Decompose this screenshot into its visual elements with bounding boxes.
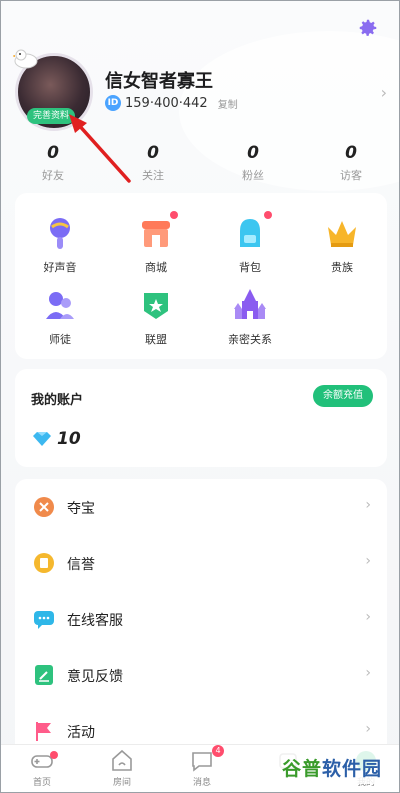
stats-row: 0 好友 0 关注 0 粉丝 0 访客: [1, 143, 399, 187]
chevron-right-icon: ›: [365, 553, 371, 569]
settings-gear-icon[interactable]: [357, 17, 379, 39]
tab-home[interactable]: 首页: [17, 749, 67, 788]
menu-item-treasure[interactable]: 夺宝 ›: [15, 479, 387, 535]
backpack-icon: [230, 211, 272, 253]
notification-dot: [264, 211, 272, 219]
treasure-icon: [34, 497, 54, 517]
gamepad-icon: [30, 749, 58, 773]
feature-alliance[interactable]: 联盟: [121, 285, 191, 347]
chevron-right-icon[interactable]: ›: [381, 83, 387, 102]
castle-icon: [230, 285, 270, 325]
menu-list: 夺宝 › 信誉 › 在线客服 › 意见反馈 › 活动 ›: [15, 479, 387, 759]
chevron-right-icon: ›: [365, 497, 371, 513]
stat-value: 0: [247, 143, 259, 163]
feature-label: 商城: [145, 261, 167, 274]
watermark-part1: 谷普: [281, 757, 322, 780]
watermark-part2: 软件园: [322, 757, 383, 780]
feature-good-voice[interactable]: 好声音: [25, 213, 95, 275]
store-icon: [136, 211, 178, 253]
menu-label: 活动: [67, 725, 95, 741]
feature-intimacy[interactable]: 亲密关系: [215, 285, 285, 347]
chevron-right-icon: ›: [365, 609, 371, 625]
chevron-right-icon: ›: [365, 721, 371, 737]
stat-fans[interactable]: 0 粉丝: [223, 143, 283, 183]
menu-label: 在线客服: [67, 613, 123, 629]
feedback-icon: [35, 665, 53, 685]
stat-label: 访客: [340, 169, 362, 182]
diamond-icon: [33, 432, 51, 446]
tab-label: 房间: [112, 778, 131, 788]
crown-icon: [322, 213, 362, 253]
user-id: 159·400·442: [125, 95, 208, 111]
username: 信女智者寡王: [105, 71, 213, 92]
stat-following[interactable]: 0 关注: [123, 143, 183, 183]
stat-label: 好友: [42, 169, 64, 182]
menu-item-feedback[interactable]: 意见反馈 ›: [15, 647, 387, 703]
site-watermark: 谷普 软件园: [273, 750, 391, 784]
menu-item-credit[interactable]: 信誉 ›: [15, 535, 387, 591]
recharge-button[interactable]: 余额充值: [313, 385, 373, 407]
user-id-row: ID 159·400·442 复制: [105, 95, 238, 111]
microphone-icon: [40, 213, 80, 253]
stat-value: 0: [147, 143, 159, 163]
shield-icon: [136, 285, 176, 325]
diamond-balance[interactable]: 10: [33, 429, 81, 449]
tab-label: 首页: [32, 778, 51, 788]
flag-icon: [36, 722, 51, 741]
copy-id-button[interactable]: 复制: [218, 96, 238, 111]
feature-grid: 好声音 商城 背包 贵族 师徒 联盟 亲密关系: [15, 193, 387, 359]
stat-visitors[interactable]: 0 访客: [321, 143, 381, 183]
message-icon: 4: [190, 745, 224, 773]
id-icon: ID: [105, 95, 121, 111]
menu-label: 意见反馈: [67, 669, 123, 685]
feature-store[interactable]: 商城: [121, 211, 191, 275]
account-card: 我的账户 余额充值 10: [15, 369, 387, 467]
feature-label: 贵族: [331, 261, 353, 274]
account-title: 我的账户: [31, 393, 84, 408]
stat-value: 0: [345, 143, 357, 163]
mentor-icon: [40, 285, 80, 325]
menu-label: 信誉: [67, 557, 95, 573]
menu-label: 夺宝: [67, 501, 95, 517]
goose-decoration-icon: [13, 49, 38, 69]
tab-messages[interactable]: 4 消息: [177, 745, 227, 788]
feature-label: 师徒: [49, 333, 71, 346]
feature-label: 好声音: [43, 261, 77, 274]
feature-mentor[interactable]: 师徒: [25, 285, 95, 347]
feature-label: 背包: [239, 261, 261, 274]
room-icon: [110, 749, 134, 773]
feature-noble[interactable]: 贵族: [307, 213, 377, 275]
diamond-value: 10: [57, 429, 81, 449]
message-count-badge: 4: [212, 745, 224, 757]
credit-icon: [34, 553, 54, 573]
notification-dot: [170, 211, 178, 219]
feature-backpack[interactable]: 背包: [215, 211, 285, 275]
chevron-right-icon: ›: [365, 665, 371, 681]
tab-room[interactable]: 房间: [97, 749, 147, 788]
stat-friends[interactable]: 0 好友: [23, 143, 83, 183]
menu-item-customer-service[interactable]: 在线客服 ›: [15, 591, 387, 647]
app-screen: 完善资料 信女智者寡王 ID 159·400·442 复制 › 0 好友 0 关…: [0, 0, 400, 793]
stat-label: 关注: [142, 169, 164, 182]
feature-label: 联盟: [145, 333, 167, 346]
stat-value: 0: [47, 143, 59, 163]
notification-dot: [50, 751, 58, 759]
feature-label: 亲密关系: [228, 333, 272, 346]
tab-label: 消息: [192, 778, 211, 788]
stat-label: 粉丝: [242, 169, 264, 182]
chat-icon: [34, 611, 54, 629]
